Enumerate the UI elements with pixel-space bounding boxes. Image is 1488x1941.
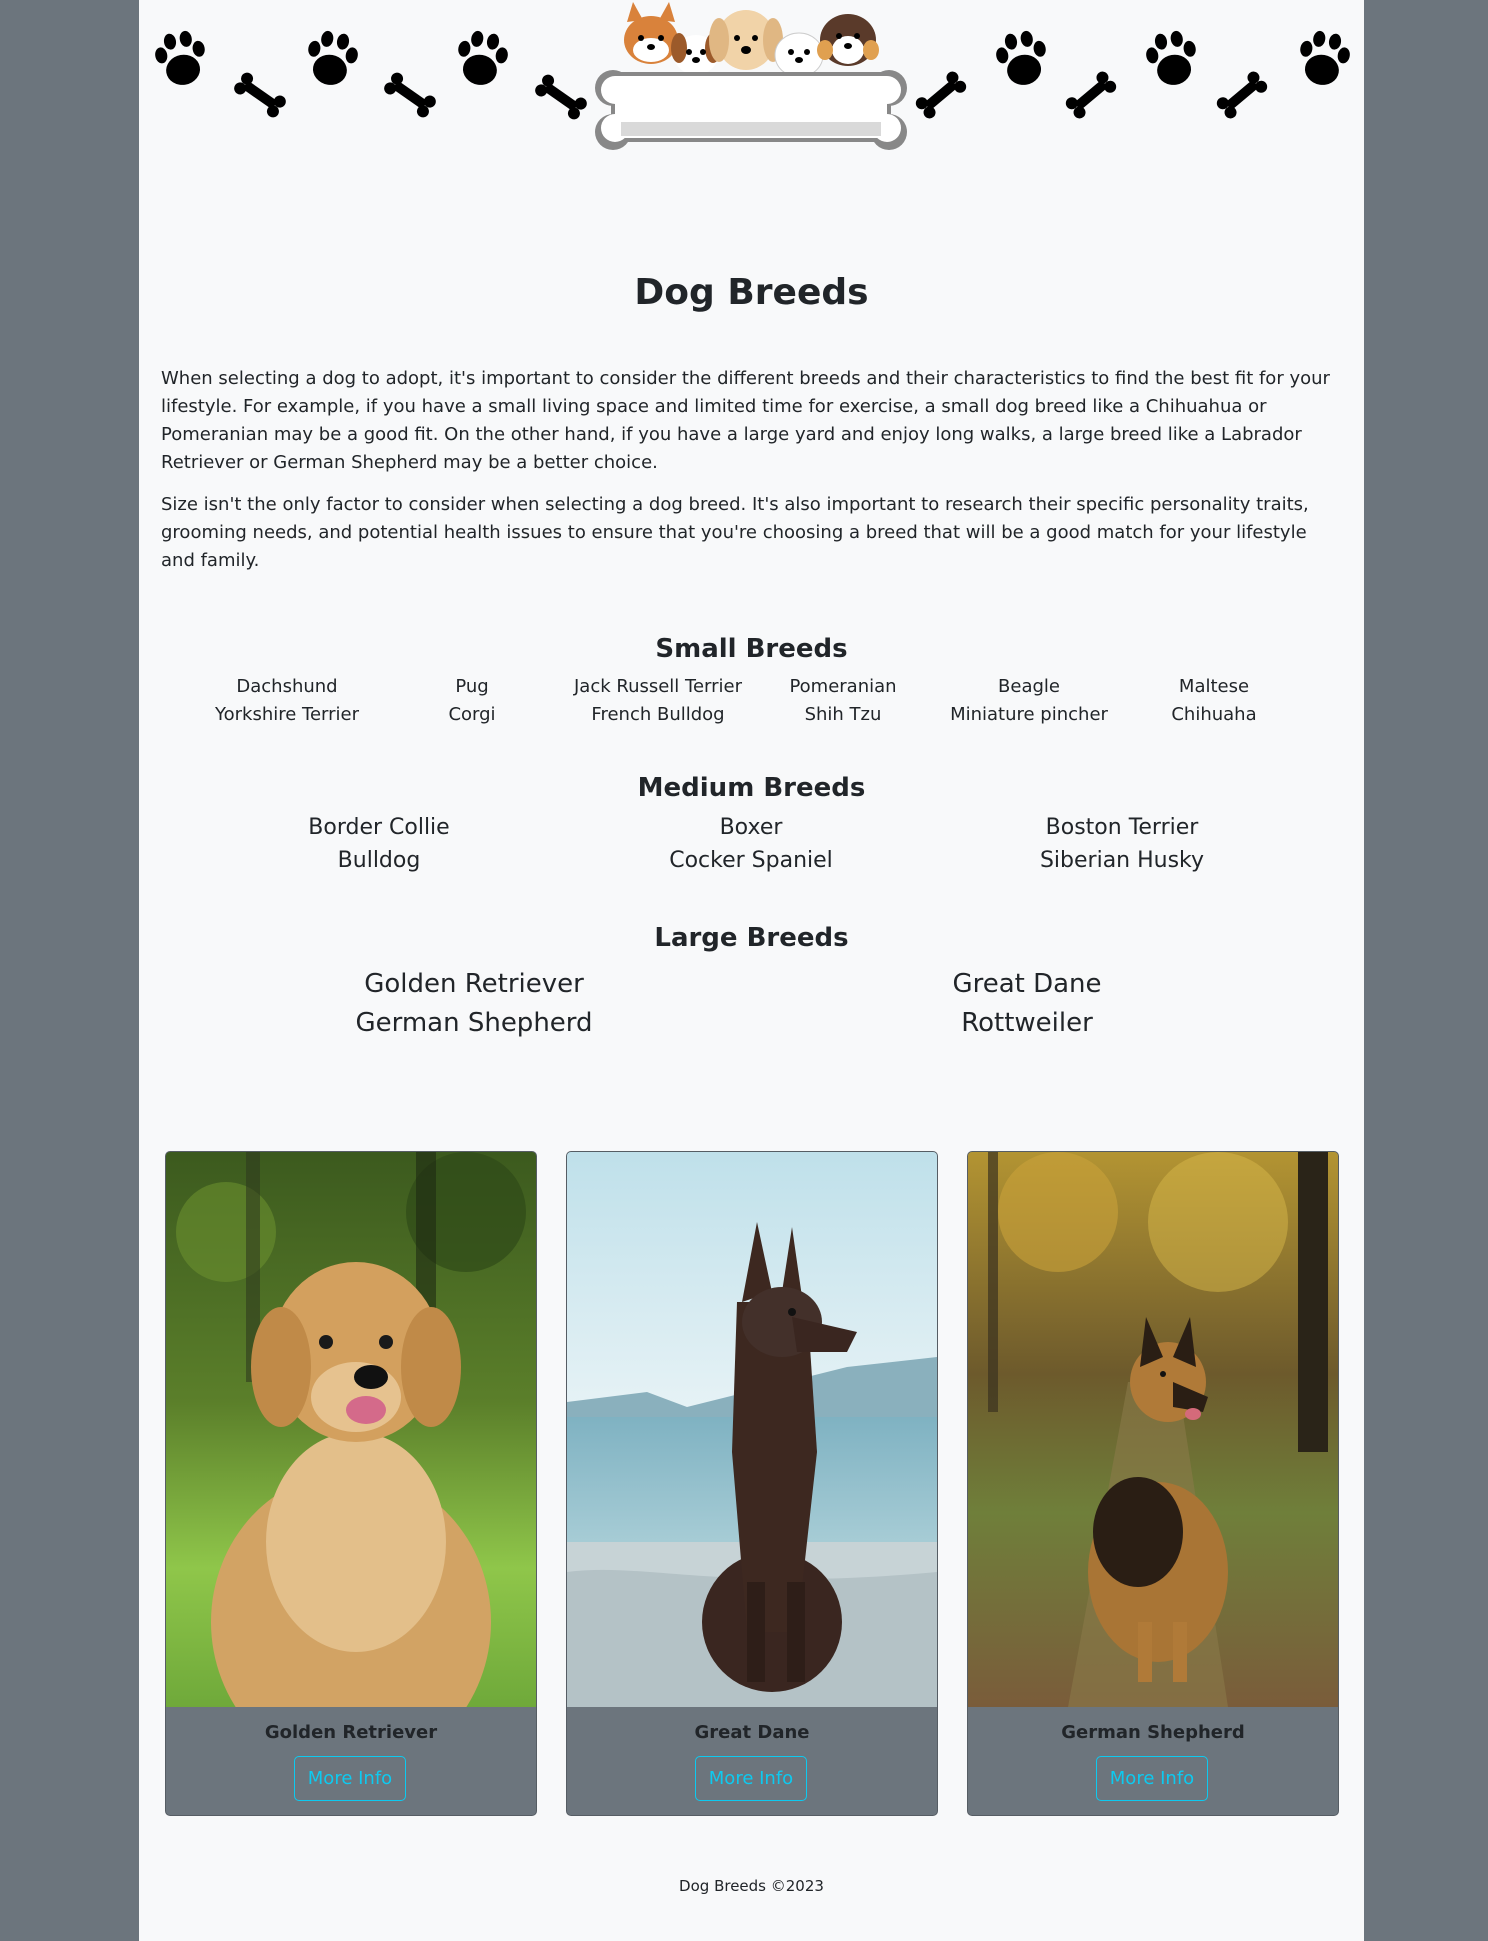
page-container: Dog Breeds When selecting a dog to adopt… <box>139 0 1364 1941</box>
breed-item: French Bulldog <box>591 704 725 725</box>
breed-item: Border Collie <box>308 815 450 840</box>
card-title: Great Dane <box>694 1722 810 1743</box>
paw-icon <box>1142 28 1202 89</box>
medium-breeds-title: Medium Breeds <box>637 773 866 803</box>
bone-icon <box>231 70 289 120</box>
breed-item: Chihuaha <box>1171 704 1257 725</box>
breed-item: Beagle <box>998 676 1060 697</box>
intro-text: When selecting a dog to adopt, it's impo… <box>161 365 1341 589</box>
paw-icon <box>151 28 211 89</box>
breed-card: Great Dane More Info <box>566 1151 938 1816</box>
breed-item: Bulldog <box>337 848 421 873</box>
breed-item: Maltese <box>1178 676 1250 697</box>
breed-item: Shih Tzu <box>804 704 882 725</box>
bone-icon <box>1063 69 1119 121</box>
breed-item: Jack Russell Terrier <box>573 676 742 697</box>
card-title: German Shepherd <box>1061 1722 1245 1743</box>
small-breeds-title: Small Breeds <box>655 634 848 664</box>
breed-item: Boxer <box>719 815 783 840</box>
dog-logo <box>595 2 907 150</box>
breed-card: Golden Retriever More Info <box>165 1151 537 1816</box>
breed-item: Great Dane <box>952 969 1102 999</box>
footer-text: Dog Breeds ©2023 <box>679 1877 824 1895</box>
bone-icon <box>381 70 439 120</box>
breed-item: Corgi <box>448 704 496 725</box>
paw-icon <box>992 28 1052 89</box>
header-banner <box>139 0 1364 170</box>
more-info-button[interactable]: More Info <box>695 1756 807 1801</box>
paw-icon <box>1294 28 1354 89</box>
great-dane-photo <box>567 1152 937 1707</box>
page-title: Dog Breeds <box>634 272 869 313</box>
paw-icon <box>452 28 512 89</box>
more-info-button[interactable]: More Info <box>294 1756 406 1801</box>
bone-icon <box>913 69 969 121</box>
breed-item: Pomeranian <box>789 676 897 697</box>
breed-item: Miniature pincher <box>950 704 1108 725</box>
bone-icon <box>1214 69 1270 121</box>
breed-item: Cocker Spaniel <box>669 848 833 873</box>
card-title: Golden Retriever <box>264 1722 438 1743</box>
intro-paragraph: Size isn't the only factor to consider w… <box>161 494 1309 571</box>
breed-item: Siberian Husky <box>1039 848 1205 873</box>
paw-bone-pattern <box>151 2 1354 150</box>
paw-icon <box>302 28 362 89</box>
golden-retriever-photo <box>166 1152 536 1707</box>
breed-item: Boston Terrier <box>1045 815 1199 840</box>
breed-item: German Shepherd <box>355 1008 593 1038</box>
more-info-button[interactable]: More Info <box>1096 1756 1208 1801</box>
breed-item: Rottweiler <box>961 1008 1093 1038</box>
breed-item: Golden Retriever <box>364 969 584 999</box>
breed-item: Pug <box>455 676 489 697</box>
large-breeds-title: Large Breeds <box>654 923 849 953</box>
bone-icon <box>532 72 590 122</box>
breed-card: German Shepherd More Info <box>967 1151 1339 1816</box>
intro-paragraph: When selecting a dog to adopt, it's impo… <box>161 368 1330 473</box>
german-shepherd-photo <box>968 1152 1338 1707</box>
